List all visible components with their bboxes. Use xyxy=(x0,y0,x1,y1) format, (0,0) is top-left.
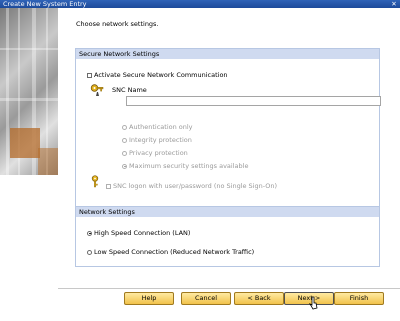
radio-circle[interactable] xyxy=(87,249,92,255)
title-bar: Create New System Entry ✕ xyxy=(0,0,400,8)
checkbox-box[interactable] xyxy=(87,72,92,78)
back-button[interactable]: < Back xyxy=(234,292,284,305)
mouse-cursor-icon xyxy=(309,296,318,310)
radio-label: Maximum security settings available xyxy=(129,162,249,170)
snc-logon-checkbox[interactable]: SNC logon with user/password (no Single … xyxy=(106,182,277,190)
activate-snc-checkbox[interactable]: Activate Secure Network Communication xyxy=(87,71,228,79)
radio-authentication-only[interactable]: Authentication only xyxy=(122,123,193,131)
radio-label: Integrity protection xyxy=(129,136,192,144)
close-icon[interactable]: ✕ xyxy=(391,0,397,8)
cancel-button[interactable]: Cancel xyxy=(181,292,231,305)
radio-circle[interactable] xyxy=(122,150,127,156)
group-header: Secure Network Settings xyxy=(76,49,379,59)
radio-label: Authentication only xyxy=(129,123,193,131)
radio-label: Privacy protection xyxy=(129,149,188,157)
footer-divider xyxy=(58,288,400,289)
key-icon xyxy=(91,175,99,188)
radio-label: High Speed Connection (LAN) xyxy=(94,229,191,237)
radio-circle[interactable] xyxy=(122,163,127,169)
sidebar-blank xyxy=(0,175,58,279)
radio-high-speed[interactable]: High Speed Connection (LAN) xyxy=(87,229,190,237)
page-heading: Choose network settings. xyxy=(76,20,159,28)
radio-privacy-protection[interactable]: Privacy protection xyxy=(122,149,188,157)
key-icon xyxy=(90,84,104,96)
finish-button[interactable]: Finish xyxy=(334,292,384,305)
radio-label: Low Speed Connection (Reduced Network Tr… xyxy=(94,248,255,256)
sidebar-image xyxy=(0,8,58,175)
radio-circle[interactable] xyxy=(87,230,92,236)
snc-name-input[interactable] xyxy=(126,96,381,106)
network-settings-group: Network Settings High Speed Connection (… xyxy=(75,206,380,267)
window-title: Create New System Entry xyxy=(3,0,87,8)
button-bar: Help Cancel < Back Next > Finish xyxy=(0,279,400,321)
snc-logon-label: SNC logon with user/password (no Single … xyxy=(113,182,278,190)
radio-low-speed[interactable]: Low Speed Connection (Reduced Network Tr… xyxy=(87,248,254,256)
activate-snc-label: Activate Secure Network Communication xyxy=(94,71,228,79)
help-button[interactable]: Help xyxy=(124,292,174,305)
radio-integrity-protection[interactable]: Integrity protection xyxy=(122,136,192,144)
checkbox-box[interactable] xyxy=(106,183,111,189)
snc-name-label: SNC Name xyxy=(112,86,147,94)
radio-maximum-security[interactable]: Maximum security settings available xyxy=(122,162,248,170)
main-panel: Choose network settings. Secure Network … xyxy=(58,8,400,279)
group-header: Network Settings xyxy=(76,207,379,217)
radio-circle[interactable] xyxy=(122,137,127,143)
radio-circle[interactable] xyxy=(122,124,127,130)
secure-network-group: Secure Network Settings Activate Secure … xyxy=(75,48,381,222)
